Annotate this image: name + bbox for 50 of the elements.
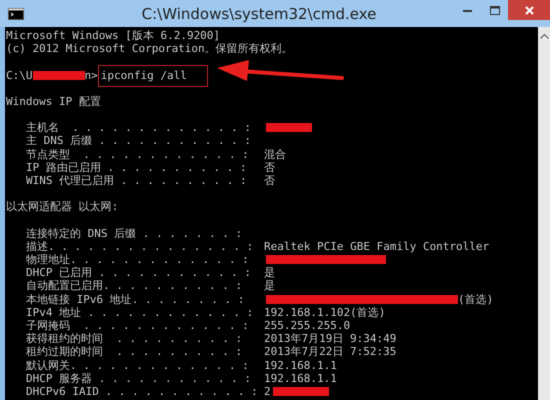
- console-text: Windows IP 配置: [6, 94, 101, 108]
- console-text: 255.255.255.0: [264, 318, 350, 332]
- redaction-bar: [32, 71, 84, 80]
- console-text: 是: [264, 279, 275, 293]
- console-text: 192.168.1.1: [264, 372, 337, 385]
- console-text: 2013年7月19日 9:34:49: [264, 332, 396, 346]
- console-text: 192.168.1.102(首选): [264, 306, 386, 319]
- scrollbar[interactable]: [538, 27, 550, 400]
- console-text: C:\U: [6, 68, 32, 82]
- field-label: 主 DNS 后缀 . . . . . . . . . . . :: [26, 134, 252, 148]
- console-text: (首选): [458, 292, 494, 306]
- field-label: 默认网关. . . . . . . . . . . . . :: [26, 358, 250, 372]
- field-label: 租约过期的时间 . . . . . . . . . :: [26, 345, 244, 359]
- command-text: ipconfig /all: [98, 64, 208, 87]
- field-label: 主机名 . . . . . . . . . . . . . :: [26, 121, 252, 134]
- field-label: 本地链接 IPv6 地址. . . . . . . . :: [26, 292, 246, 306]
- field-label: 描述. . . . . . . . . . . . . . . :: [26, 240, 254, 254]
- field-label: DHCP 已启用 . . . . . . . . . . . :: [26, 266, 252, 280]
- console-icon: [8, 8, 24, 20]
- console-text: Realtek PCIe GBE Family Controller: [264, 240, 490, 254]
- console-text: 2013年7月22日 7:52:35: [264, 345, 396, 359]
- console-text: 混合: [264, 148, 286, 161]
- close-icon: [524, 6, 534, 14]
- console-text: 否: [264, 174, 275, 188]
- console-text: Microsoft Windows [版本 6.2.9200]: [6, 29, 220, 42]
- console-text: 以太网适配器 以太网:: [6, 200, 118, 214]
- field-label: IPv4 地址 . . . . . . . . . . . . :: [26, 306, 254, 319]
- field-label: 子网掩码 . . . . . . . . . . . . :: [26, 318, 250, 332]
- console-text: n>: [84, 68, 98, 82]
- field-label: 物理地址. . . . . . . . . . . . . :: [26, 253, 250, 266]
- field-label: DHCP 服务器 . . . . . . . . . . . :: [26, 372, 252, 385]
- field-label: 获得租约的时间 . . . . . . . . . :: [26, 332, 244, 346]
- console-text: 2: [264, 384, 271, 398]
- minimize-icon: [463, 8, 472, 12]
- field-label: 自动配置已启用. . . . . . . . . . :: [26, 279, 244, 293]
- close-button[interactable]: [508, 0, 550, 20]
- field-label: IP 路由已启用 . . . . . . . . . . :: [26, 160, 248, 174]
- console-text: 否: [264, 160, 275, 174]
- console-text: 是: [264, 266, 275, 280]
- console-text: (c) 2012 Microsoft Corporation。保留所有权利。: [6, 42, 293, 56]
- field-label: 节点类型 . . . . . . . . . . . . :: [26, 148, 250, 161]
- maximize-icon: [490, 6, 500, 14]
- scroll-up-icon[interactable]: [540, 33, 548, 39]
- field-label: WINS 代理已启用 . . . . . . . . . :: [26, 174, 248, 188]
- console-text: 192.168.1.1: [264, 358, 337, 372]
- field-label: 连接特定的 DNS 后缀 . . . . . . . :: [26, 226, 244, 240]
- redaction-bar: [272, 386, 329, 396]
- window-title: C:\Windows\system32\cmd.exe: [140, 4, 378, 22]
- redaction-bar: [266, 123, 312, 132]
- field-label: DHCPv6 IAID . . . . . . . . . . . :: [26, 384, 259, 398]
